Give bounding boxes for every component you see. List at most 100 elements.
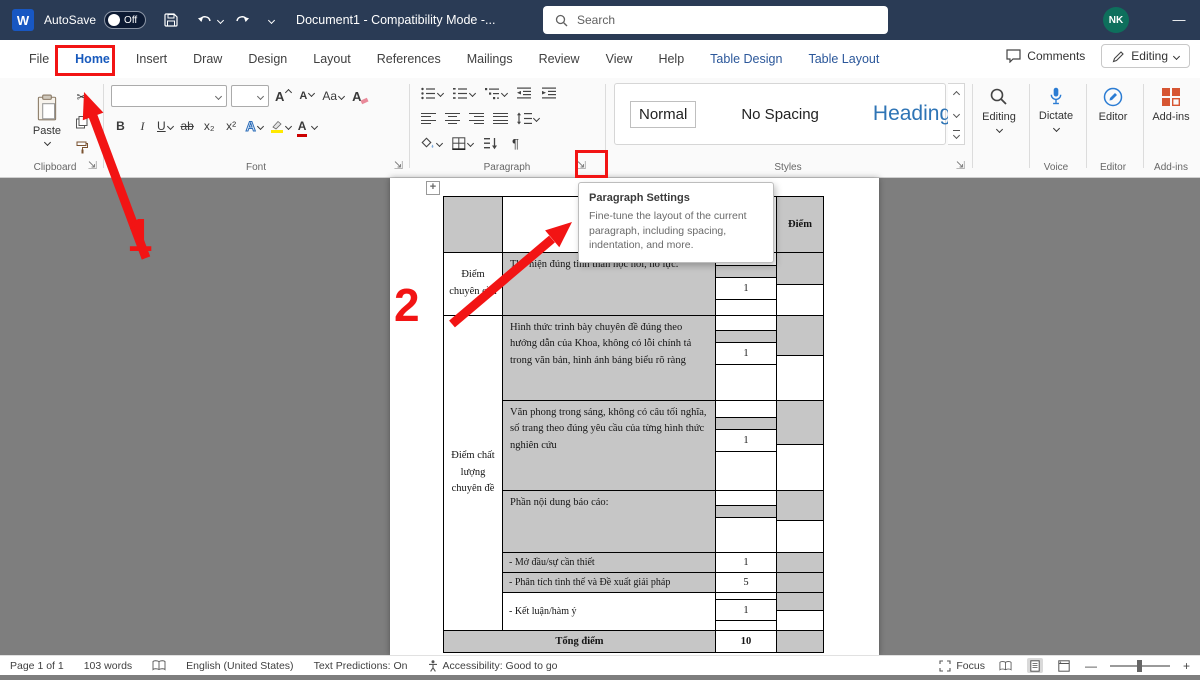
tab-review[interactable]: Review (526, 40, 593, 78)
table-cell-total-label[interactable]: Tổng điểm (444, 631, 716, 653)
align-center-button[interactable] (443, 107, 462, 129)
table-cell-header-category[interactable] (444, 197, 503, 253)
font-name-combo[interactable] (111, 85, 227, 107)
table-cell-quality-points-5[interactable]: 1 (716, 593, 777, 631)
language-indicator[interactable]: English (United States) (186, 660, 293, 672)
autosave-toggle[interactable]: Off (104, 11, 146, 29)
multilevel-list-button[interactable] (483, 82, 509, 104)
page-indicator[interactable]: Page 1 of 1 (10, 660, 64, 672)
text-predictions-indicator[interactable]: Text Predictions: On (314, 660, 408, 672)
change-case-button[interactable]: Aa (320, 85, 346, 107)
clipboard-dialog-launcher[interactable]: ⇲ (86, 160, 99, 173)
minimize-button[interactable]: — (1162, 2, 1196, 36)
increase-indent-button[interactable] (540, 82, 559, 104)
styles-dialog-launcher[interactable]: ⇲ (954, 160, 967, 173)
proofing-button[interactable] (152, 660, 166, 671)
tab-file[interactable]: File (16, 40, 62, 78)
addins-button[interactable]: Add-ins (1144, 87, 1198, 123)
web-layout-button[interactable] (1056, 658, 1072, 673)
bullets-button[interactable] (419, 82, 445, 104)
underline-button[interactable]: U (155, 115, 175, 137)
table-cell-quality-desc-0[interactable]: Hình thức trình bày chuyên đề đúng theo … (503, 316, 716, 401)
tab-design[interactable]: Design (235, 40, 300, 78)
table-cell-quality-score-2[interactable] (777, 491, 824, 553)
save-button[interactable] (158, 7, 184, 33)
focus-button[interactable]: Focus (939, 660, 985, 672)
table-cell-quality-points-3[interactable]: 1 (716, 553, 777, 573)
word-logo-icon[interactable]: W (12, 9, 34, 31)
italic-button[interactable]: I (133, 115, 152, 137)
zoom-slider[interactable] (1110, 665, 1170, 667)
show-hide-pilcrow-button[interactable]: ¶ (506, 132, 525, 154)
styles-gallery-more-button[interactable] (948, 124, 964, 144)
table-cell-quality-desc-4[interactable]: - Phân tích tình thế và Đề xuất giải phá… (503, 573, 716, 593)
editing-menu-button[interactable]: Editing (973, 87, 1025, 132)
tab-help[interactable]: Help (645, 40, 697, 78)
line-spacing-button[interactable] (515, 107, 541, 129)
tab-draw[interactable]: Draw (180, 40, 235, 78)
align-right-button[interactable] (467, 107, 486, 129)
table-cell-header-score[interactable]: Điểm (777, 197, 824, 253)
subscript-button[interactable]: x₂ (200, 115, 219, 137)
undo-dropdown-chevron-icon[interactable] (217, 16, 224, 23)
account-avatar[interactable]: NK (1103, 7, 1129, 33)
text-effects-button[interactable]: A (244, 115, 265, 137)
shrink-font-button[interactable]: A (297, 85, 316, 107)
format-painter-button[interactable] (72, 136, 91, 158)
table-cell-quality-desc-5[interactable]: - Kết luận/hàm ý (503, 593, 716, 631)
table-cell-quality-points-4[interactable]: 5 (716, 573, 777, 593)
table-cell-quality-points-0[interactable]: 1 (716, 316, 777, 401)
comments-button[interactable]: Comments (1006, 49, 1085, 63)
tab-table-layout[interactable]: Table Layout (795, 40, 892, 78)
styles-scroll-down-button[interactable] (948, 104, 964, 124)
style-heading[interactable]: Heading (865, 98, 959, 130)
tab-insert[interactable]: Insert (123, 40, 180, 78)
table-cell-quality-desc-1[interactable]: Văn phong trong sáng, không có câu tối n… (503, 401, 716, 491)
font-size-combo[interactable] (231, 85, 269, 107)
table-cell-attendance-category[interactable]: Điểm chuyên cần (444, 253, 503, 316)
table-cell-quality-score-1[interactable] (777, 401, 824, 491)
tab-home[interactable]: Home (62, 40, 123, 78)
table-move-handle[interactable]: + (426, 181, 440, 195)
editor-button[interactable]: Editor (1087, 87, 1139, 123)
table-cell-quality-category[interactable]: Điểm chất lượng chuyên đề (444, 316, 503, 631)
style-normal[interactable]: Normal (631, 102, 695, 127)
decrease-indent-button[interactable] (515, 82, 534, 104)
accessibility-indicator[interactable]: Accessibility: Good to go (428, 660, 558, 672)
tab-table-design[interactable]: Table Design (697, 40, 795, 78)
table-cell-quality-score-3[interactable] (777, 553, 824, 573)
table-cell-total-score[interactable] (777, 631, 824, 653)
font-color-button[interactable]: A (296, 115, 320, 137)
numbering-button[interactable] (451, 82, 477, 104)
styles-scroll-up-button[interactable] (948, 84, 964, 104)
zoom-out-button[interactable]: — (1085, 659, 1097, 673)
grow-font-button[interactable]: A (273, 85, 293, 107)
clear-formatting-button[interactable]: A (350, 85, 370, 107)
dictate-button[interactable]: Dictate (1030, 87, 1082, 131)
font-dialog-launcher[interactable]: ⇲ (392, 160, 405, 173)
paste-button[interactable]: Paste (24, 83, 70, 155)
table-cell-total-points[interactable]: 10 (716, 631, 777, 653)
table-cell-quality-score-4[interactable] (777, 573, 824, 593)
quick-access-more-chevron-icon[interactable] (268, 16, 275, 23)
table-cell-quality-desc-3[interactable]: - Mở đầu/sự cần thiết (503, 553, 716, 573)
shading-button[interactable] (419, 132, 444, 154)
undo-button[interactable] (192, 7, 218, 33)
table-cell-attendance-score[interactable] (777, 253, 824, 316)
editing-mode-button[interactable]: Editing (1101, 44, 1190, 68)
table-cell-quality-score-5[interactable] (777, 593, 824, 631)
tab-view[interactable]: View (593, 40, 646, 78)
print-layout-button[interactable] (1027, 658, 1043, 673)
cut-button[interactable]: ✂ (72, 86, 91, 108)
table-cell-quality-points-2[interactable] (716, 491, 777, 553)
borders-button[interactable] (450, 132, 475, 154)
tab-references[interactable]: References (364, 40, 454, 78)
tab-mailings[interactable]: Mailings (454, 40, 526, 78)
align-left-button[interactable] (419, 107, 438, 129)
word-count[interactable]: 103 words (84, 660, 132, 672)
zoom-in-button[interactable]: + (1183, 659, 1190, 673)
search-box[interactable]: Search (543, 6, 888, 34)
tab-layout[interactable]: Layout (300, 40, 364, 78)
style-no-spacing[interactable]: No Spacing (733, 102, 827, 127)
table-cell-quality-desc-2[interactable]: Phần nội dung báo cáo: (503, 491, 716, 553)
